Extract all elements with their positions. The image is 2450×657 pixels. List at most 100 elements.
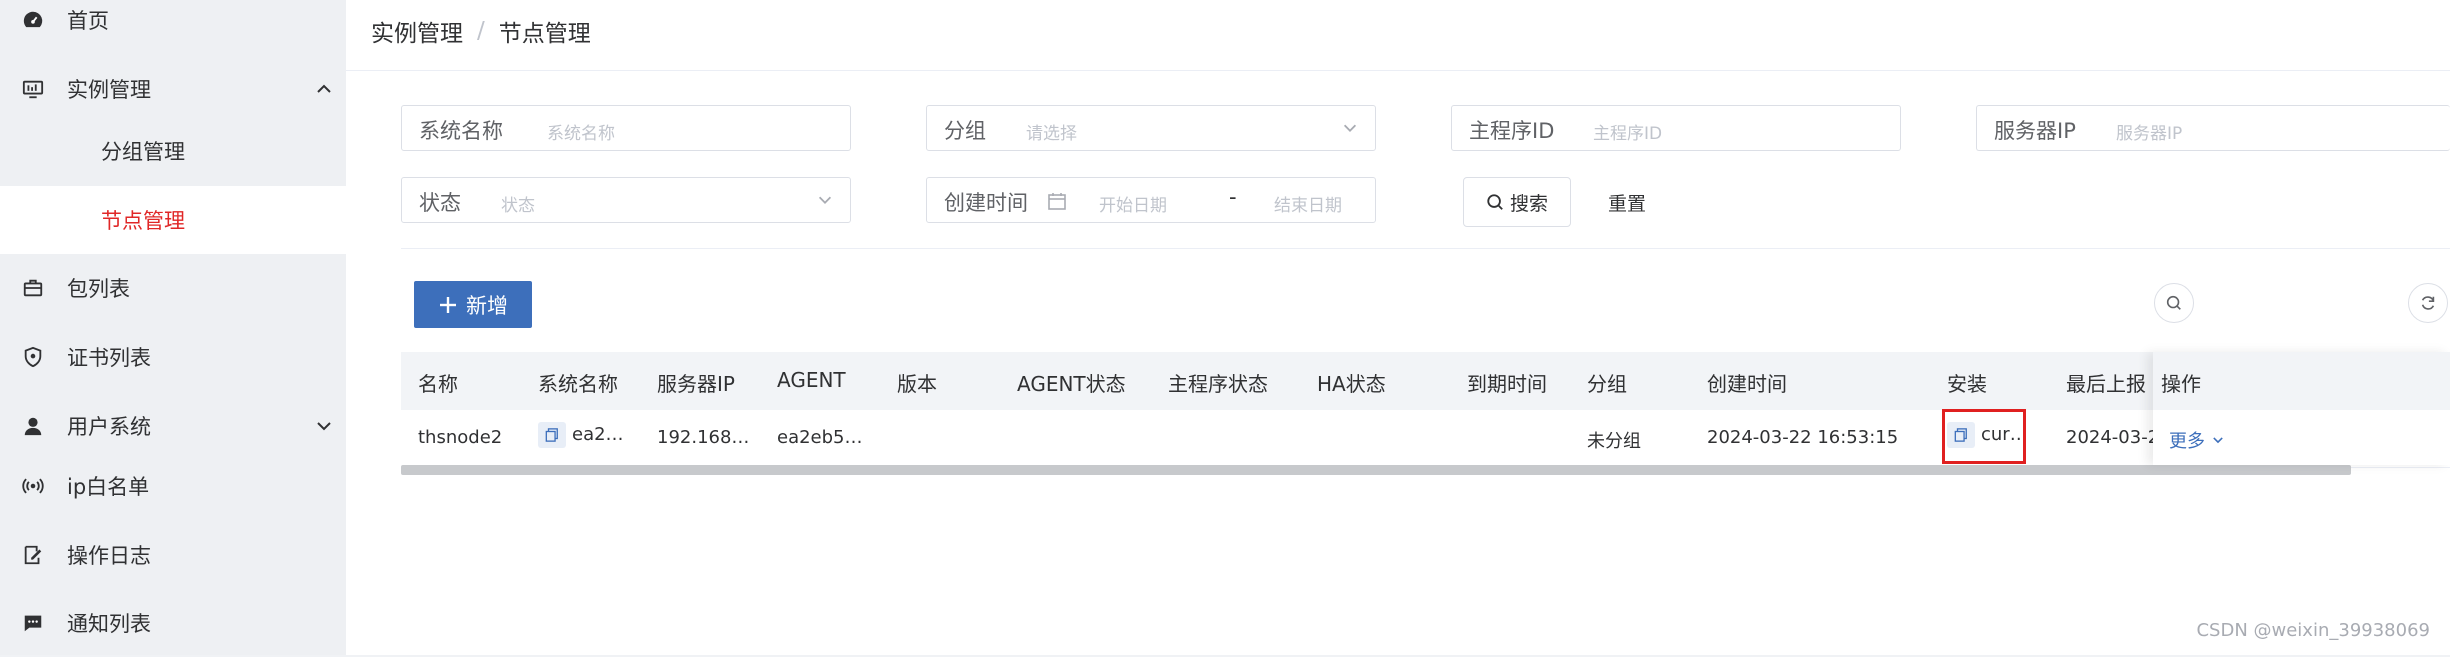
field-label: 创建时间 [944,191,1028,215]
more-dropdown[interactable]: 更多 [2169,427,2225,453]
edit-log-icon [20,542,46,568]
sidebar-item-label: 包列表 [67,277,130,301]
cell-created-time: 2024-03-22 16:53:15 [1707,427,1899,448]
header-divider [346,70,2450,71]
sidebar-item-label: 分组管理 [101,140,185,164]
toggle-search-button[interactable] [2154,283,2194,323]
column-header: AGENT状态 [1017,372,1126,396]
field-label: 服务器IP [1994,119,2076,143]
chevron-up-icon [317,84,331,93]
chevron-down-icon [317,422,331,431]
system-name-field[interactable]: 系统名称 系统名称 [401,105,851,151]
sidebar-item-label: 操作日志 [67,544,151,568]
reset-button[interactable]: 重置 [1582,177,1672,227]
column-header: 名称 [418,372,458,396]
breadcrumb-separator: / [477,18,485,44]
breadcrumb-current: 节点管理 [498,21,591,47]
user-icon [20,413,46,439]
filter-divider [401,248,2450,249]
sidebar-item-groups[interactable]: 分组管理 [0,117,346,185]
field-label: 主程序ID [1469,119,1555,143]
column-header: HA状态 [1317,372,1386,396]
horizontal-scrollbar[interactable] [401,465,2351,475]
status-select[interactable]: 状态 状态 [401,177,851,223]
column-header: 版本 [897,372,937,396]
column-header: 到期时间 [1467,372,1547,396]
start-date-input[interactable]: 开始日期 [1099,191,1167,216]
sidebar-item-packages[interactable]: 包列表 [0,254,346,322]
field-placeholder: 服务器IP [2116,124,2183,144]
monitor-icon [20,76,46,102]
column-header: 创建时间 [1707,372,1787,396]
field-placeholder: 状态 [501,196,535,216]
highlight-annotation [1942,409,2026,464]
breadcrumb-parent[interactable]: 实例管理 [371,14,463,48]
column-header: 安装 [1947,372,1987,396]
search-button[interactable]: 搜索 [1463,177,1571,227]
sidebar-item-home[interactable]: 首页 [0,0,346,54]
column-header: 分组 [1587,372,1627,396]
broadcast-icon [20,473,46,499]
group-select[interactable]: 分组 请选择 [926,105,1376,151]
sidebar-item-label: 首页 [67,9,109,33]
breadcrumb: 实例管理 / 节点管理 [371,14,591,48]
column-header: 服务器IP [657,372,735,396]
main-program-id-field[interactable]: 主程序ID 主程序ID [1451,105,1901,151]
refresh-button[interactable] [2408,283,2448,323]
field-label: 分组 [944,119,986,143]
field-placeholder: 主程序ID [1593,124,1663,144]
sidebar-item-operation-log[interactable]: 操作日志 [0,521,346,589]
sidebar-item-ip-whitelist[interactable]: ip白名单 [0,452,346,520]
sidebar-item-certificates[interactable]: 证书列表 [0,323,346,391]
sidebar-item-label: 用户系统 [67,415,151,439]
chat-icon [20,610,46,636]
cell-name: thsnode2 [418,427,503,448]
column-header: 操作 [2161,372,2201,396]
server-ip-field[interactable]: 服务器IP 服务器IP [1976,105,2450,151]
column-header: 主程序状态 [1168,372,1268,396]
column-header: 系统名称 [538,372,618,396]
cell-system-name: ea2… [538,422,624,448]
field-label: 状态 [419,191,461,215]
column-header: AGENT [777,368,846,392]
field-placeholder: 请选择 [1026,124,1077,144]
field-label: 系统名称 [419,119,503,143]
cell-server-ip: 192.168… [657,427,750,448]
sidebar-item-label: 节点管理 [101,209,185,233]
calendar-icon [1048,193,1066,210]
operation-header-cell: 操作 [2153,352,2450,410]
column-header: 最后上报 [2066,372,2146,396]
table-row: thsnode2 ea2… 192.168… ea2eb5… 未分组 2024-… [401,410,2450,468]
sidebar-item-label: 实例管理 [67,78,151,102]
sidebar-item-users[interactable]: 用户系统 [0,392,346,460]
sidebar-item-label: ip白名单 [67,475,150,499]
sidebar-item-instances[interactable]: 实例管理 [0,55,346,123]
range-separator: - [1229,185,1237,209]
end-date-input[interactable]: 结束日期 [1274,191,1342,216]
watermark: CSDN @weixin_39938069 [2196,620,2430,641]
refresh-icon [2421,296,2435,310]
main-content: 实例管理 / 节点管理 系统名称 系统名称 分组 请选择 主程序ID 主程序ID… [346,0,2450,655]
shield-icon [20,344,46,370]
cell-group: 未分组 [1587,431,1641,452]
field-placeholder: 系统名称 [547,124,615,144]
search-icon [2166,295,2181,310]
plus-icon [440,296,456,313]
add-button[interactable]: 新增 [414,281,532,328]
cell-text: ea2… [572,424,624,445]
cell-last-report: 2024-03-2 [2066,427,2160,448]
table-header: 名称 系统名称 服务器IP AGENT 版本 AGENT状态 主程序状态 HA状… [401,352,2450,410]
chevron-down-icon [2213,437,2223,444]
sidebar-item-notifications[interactable]: 通知列表 [0,589,346,657]
sidebar-item-label: 通知列表 [67,612,151,636]
dashboard-icon [20,7,46,33]
search-button-label: 搜索 [1509,192,1548,215]
search-icon [1487,194,1503,210]
created-time-range[interactable]: 创建时间 开始日期 - 结束日期 [926,177,1376,223]
chevron-down-icon [818,196,832,204]
sidebar-item-nodes[interactable]: 节点管理 [0,186,346,254]
reset-button-label: 重置 [1607,192,1646,215]
sidebar: 首页 实例管理 分组管理 节点管理 包列表 证书列表 用户系统 ip白名单 操作… [0,0,346,655]
fixed-operation-column: 操作 更多 [2153,352,2450,465]
copy-icon[interactable] [538,422,566,448]
